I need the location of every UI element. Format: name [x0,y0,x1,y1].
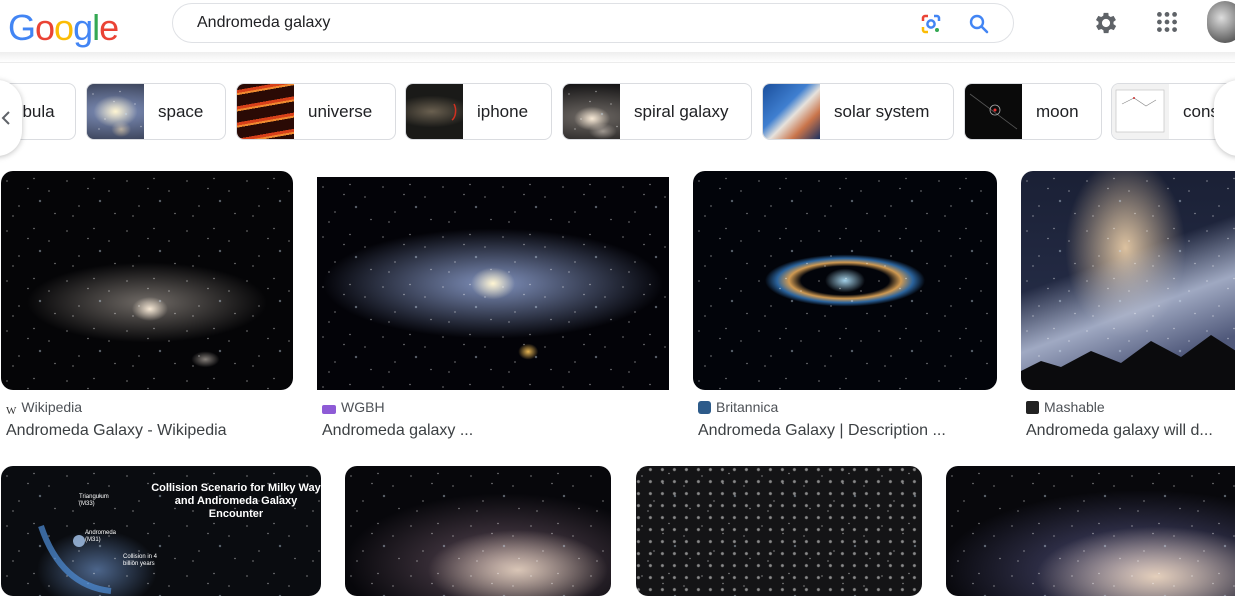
chip-space[interactable]: space [86,83,226,140]
chevron-left-icon [1,111,10,125]
chip-iphone[interactable]: iphone [405,83,552,140]
source-name: Mashable [1044,399,1105,415]
result-title[interactable]: Andromeda galaxy will d... [1026,422,1235,440]
chip-moon[interactable]: moon [964,83,1102,140]
result-source[interactable]: WGBH [322,399,385,415]
wgbh-icon [322,405,336,414]
mashable-icon [1026,401,1039,414]
logo-letter: G [8,7,36,48]
google-logo[interactable]: Google [8,6,119,50]
result-image[interactable] [1,171,293,390]
chip-label: iphone [477,102,529,121]
chip-thumbnail [965,84,1022,139]
result-title[interactable]: Andromeda Galaxy - Wikipedia [6,422,292,440]
result-image[interactable] [317,177,669,390]
result-source[interactable]: Britannica [698,399,778,415]
result-title[interactable]: Andromeda Galaxy | Description ... [698,422,994,440]
source-name: WGBH [341,399,385,415]
chip-label: space [158,102,204,121]
wikipedia-icon: W [6,405,17,417]
logo-letter: o [54,7,74,48]
chip-label: moon [1036,102,1079,121]
logo-letter: g [73,7,93,48]
source-name: Wikipedia [21,399,83,415]
chip-label: solar system [834,102,930,121]
result-image[interactable] [693,171,997,390]
result-source[interactable]: W Wikipedia [6,399,82,418]
logo-letter: o [35,7,55,48]
britannica-icon [698,401,711,414]
chip-label: universe [308,102,373,121]
google-lens-icon[interactable] [919,12,943,36]
chips-scroll-right-button[interactable] [1214,80,1235,156]
chip-thumbnail [87,84,144,139]
source-name: Britannica [716,399,779,415]
chip-label: spiral galaxy [634,102,729,121]
result-image[interactable] [345,466,611,596]
chip-universe[interactable]: universe [236,83,396,140]
image-result[interactable]: Mashable Andromeda galaxy will d... [1021,171,1235,441]
chip-thumbnail [1112,84,1169,139]
result-image[interactable] [1021,171,1235,390]
divider [0,62,1235,63]
chip-thumbnail [763,84,820,139]
header-shadow [0,52,1235,62]
search-icon[interactable] [967,12,991,36]
apps-grid-icon[interactable] [1154,9,1180,35]
result-image[interactable]: Collision Scenario for Milky Way and And… [1,466,321,596]
search-box [172,3,1014,43]
image-result[interactable]: W Wikipedia Andromeda Galaxy - Wikipedia [1,171,294,441]
chip-spiral-galaxy[interactable]: spiral galaxy [562,83,752,140]
result-image[interactable] [636,466,922,596]
image-result[interactable]: WGBH Andromeda galaxy ... [317,171,669,441]
chip-thumbnail [406,84,463,139]
result-title[interactable]: Andromeda galaxy ... [322,422,662,440]
logo-letter: e [99,7,119,48]
image-result[interactable]: Britannica Andromeda Galaxy | Descriptio… [693,171,998,441]
image-result[interactable]: Collision Scenario for Milky Way and And… [1,466,322,596]
chip-thumbnail [237,84,294,139]
chip-solar-system[interactable]: solar system [762,83,954,140]
image-result[interactable] [636,466,922,596]
avatar[interactable] [1207,1,1235,43]
image-result[interactable] [946,466,1235,596]
result-source[interactable]: Mashable [1026,399,1105,415]
header: Google [0,0,1235,54]
search-input[interactable] [197,4,897,42]
image-result[interactable] [345,466,611,596]
chip-thumbnail [563,84,620,139]
result-image[interactable] [946,466,1235,596]
gear-icon[interactable] [1092,9,1120,37]
logo-letter: l [92,7,100,48]
